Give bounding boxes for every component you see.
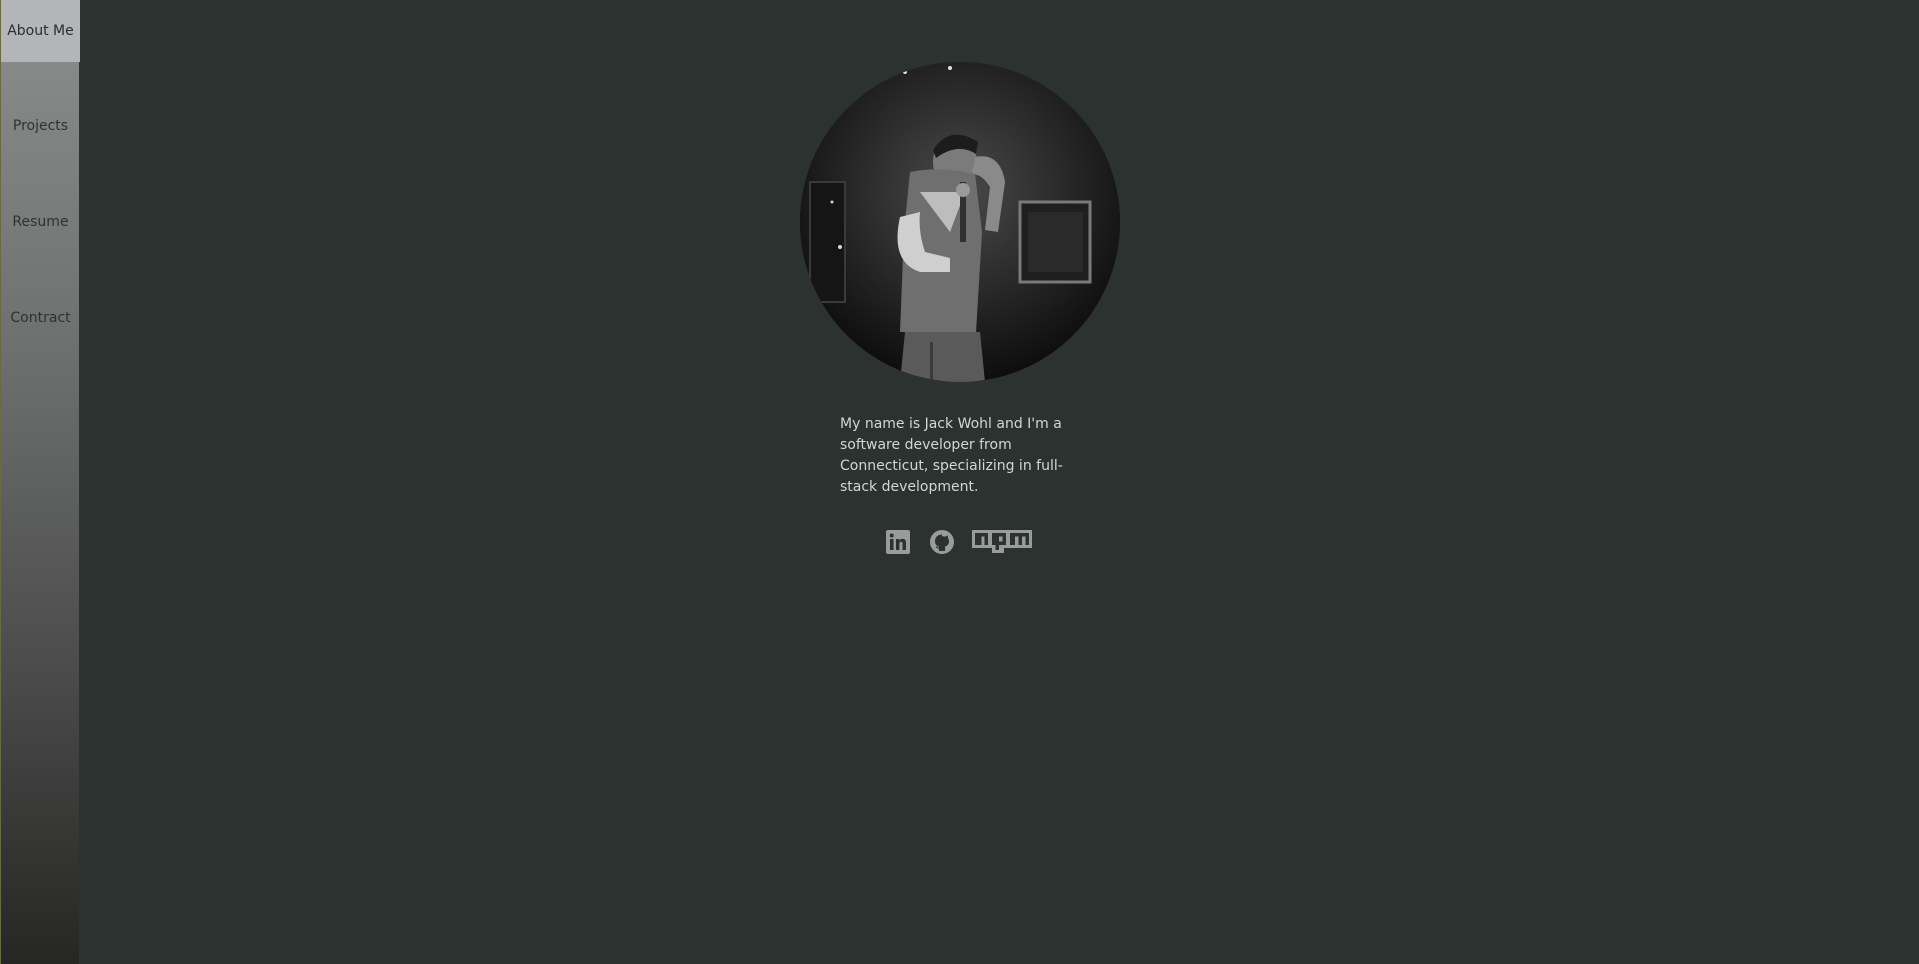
- social-links: [885, 526, 1032, 558]
- profile-photo: [800, 62, 1120, 382]
- github-icon[interactable]: [929, 529, 955, 555]
- npm-icon[interactable]: [972, 529, 1032, 555]
- nav-item-contract[interactable]: Contract: [1, 287, 80, 349]
- sidebar: About Me Projects Resume Contract: [0, 0, 80, 964]
- nav-item-projects[interactable]: Projects: [1, 95, 80, 157]
- bio-text: My name is Jack Wohl and I'm a software …: [840, 416, 1063, 495]
- nav-item-resume[interactable]: Resume: [1, 191, 80, 253]
- nav-item-about-me[interactable]: About Me: [1, 0, 80, 62]
- linkedin-icon[interactable]: [885, 529, 911, 555]
